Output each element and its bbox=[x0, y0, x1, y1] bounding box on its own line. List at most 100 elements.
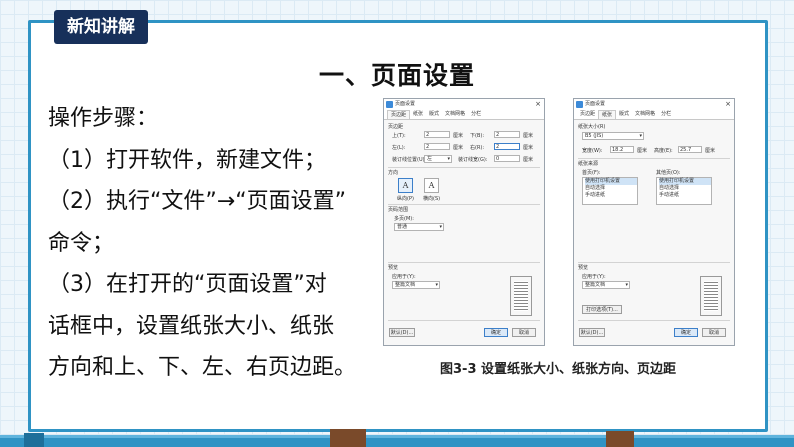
left-margin-input[interactable]: 2 bbox=[424, 143, 450, 150]
ok-button[interactable]: 确定 bbox=[484, 328, 508, 337]
tab-paper[interactable]: 纸张 bbox=[410, 110, 426, 119]
section-badge: 新知讲解 bbox=[54, 10, 148, 44]
apply-to-select[interactable]: 整篇文档 bbox=[392, 281, 440, 289]
tab-columns[interactable]: 分栏 bbox=[658, 110, 674, 119]
bottom-label: 下(B): bbox=[470, 133, 485, 139]
dialog-titlebar: 页面设置 × bbox=[574, 99, 734, 110]
dialog-title: 页面设置 bbox=[395, 101, 416, 107]
step-line: 话框中，设置纸张大小、纸张 bbox=[48, 313, 335, 339]
paper-source-label: 纸张来源 bbox=[578, 161, 599, 167]
step-line: 命令； bbox=[48, 230, 115, 256]
other-pages-label: 其他页(O): bbox=[656, 170, 681, 176]
list-item[interactable]: 手动进纸 bbox=[585, 192, 637, 199]
tab-layout[interactable]: 版式 bbox=[616, 110, 632, 119]
right-unit: 厘米 bbox=[523, 145, 534, 151]
portrait-label: 纵向(P) bbox=[397, 196, 414, 202]
ok-button[interactable]: 确定 bbox=[674, 328, 698, 337]
preview-label: 预览 bbox=[388, 265, 399, 271]
step-line: （1）打开软件，新建文件； bbox=[48, 147, 326, 173]
cancel-button[interactable]: 取消 bbox=[702, 328, 726, 337]
app-icon bbox=[576, 101, 583, 108]
divider bbox=[578, 262, 730, 263]
width-unit: 厘米 bbox=[637, 148, 648, 154]
tab-layout[interactable]: 版式 bbox=[426, 110, 442, 119]
list-item[interactable]: 自动选择 bbox=[585, 185, 637, 192]
steps-text: 操作步骤： （1）打开软件，新建文件； （2）执行“文件”→“页面设置” 命令；… bbox=[48, 98, 376, 389]
dialog-title: 页面设置 bbox=[585, 101, 606, 107]
figure-caption: 图3-3 设置纸张大小、纸张方向、页边距 bbox=[440, 362, 677, 377]
tab-margins[interactable]: 页边距 bbox=[577, 110, 598, 119]
first-page-label: 首页(F): bbox=[582, 170, 601, 176]
divider bbox=[388, 167, 540, 168]
tab-margins[interactable]: 页边距 bbox=[387, 110, 411, 119]
page-preview bbox=[700, 276, 722, 316]
tab-grid[interactable]: 文档网格 bbox=[632, 110, 658, 119]
gutter-position-select[interactable]: 左 bbox=[424, 155, 452, 163]
tab-columns[interactable]: 分栏 bbox=[468, 110, 484, 119]
pages-label: 页码范围 bbox=[388, 207, 409, 213]
landscape-label: 横向(S) bbox=[423, 196, 441, 202]
bottom-ribbon bbox=[0, 429, 794, 447]
other-pages-list[interactable]: 使用打印机设置 自动选择 手动进纸 bbox=[656, 177, 712, 205]
dialog-tabs: 页边距 纸张 版式 文档网格 分栏 bbox=[574, 110, 734, 120]
margins-group-label: 页边距 bbox=[388, 124, 404, 130]
portrait-icon[interactable]: A bbox=[398, 178, 413, 193]
dialog-body: 页边距 上(T): 2 厘米 下(B): 2 厘米 左(L): 2 厘米 右(R… bbox=[384, 120, 544, 345]
gutter-width-input[interactable]: 0 bbox=[494, 155, 520, 162]
page-preview bbox=[510, 276, 532, 316]
page-setup-dialog-margins: 页面设置 × 页边距 纸张 版式 文档网格 分栏 页边距 上(T): 2 厘米 … bbox=[383, 98, 545, 346]
multi-pages-label: 多页(M): bbox=[394, 216, 414, 222]
app-icon bbox=[386, 101, 393, 108]
list-item[interactable]: 使用打印机设置 bbox=[659, 178, 711, 185]
divider bbox=[578, 158, 730, 159]
apply-to-select[interactable]: 整篇文档 bbox=[582, 281, 630, 289]
paper-size-label: 纸张大小(R) bbox=[578, 124, 606, 130]
apply-to-label: 应用于(Y): bbox=[392, 274, 416, 280]
list-item[interactable]: 使用打印机设置 bbox=[585, 178, 637, 185]
height-input[interactable]: 25.7 bbox=[678, 146, 702, 153]
preview-label: 预览 bbox=[578, 265, 589, 271]
orientation-label: 方向 bbox=[388, 170, 399, 176]
step-line: 方向和上、下、左、右页边距。 bbox=[48, 355, 357, 380]
gutter-pos-label: 装订线位置(U): bbox=[392, 157, 427, 163]
cancel-button[interactable]: 取消 bbox=[512, 328, 536, 337]
close-icon[interactable]: × bbox=[725, 99, 731, 110]
dialog-tabs: 页边距 纸张 版式 文档网格 分栏 bbox=[384, 110, 544, 120]
first-page-list[interactable]: 使用打印机设置 自动选择 手动进纸 bbox=[582, 177, 638, 205]
apply-to-label: 应用于(Y): bbox=[582, 274, 606, 280]
page-setup-dialog-paper: 页面设置 × 页边距 纸张 版式 文档网格 分栏 纸张大小(R) B5 (JIS… bbox=[573, 98, 735, 346]
default-button[interactable]: 默认(D)... bbox=[389, 328, 415, 337]
step-line: （3）在打开的“页面设置”对 bbox=[48, 272, 327, 297]
left-unit: 厘米 bbox=[453, 145, 464, 151]
top-margin-input[interactable]: 2 bbox=[424, 131, 450, 138]
left-label: 左(L): bbox=[392, 145, 406, 151]
tab-grid[interactable]: 文档网格 bbox=[442, 110, 468, 119]
height-label: 高度(E): bbox=[654, 148, 673, 154]
slide-title: 一、页面设置 bbox=[318, 61, 475, 90]
gutter-width-unit: 厘米 bbox=[523, 157, 534, 163]
right-margin-input[interactable]: 2 bbox=[494, 143, 520, 150]
height-unit: 厘米 bbox=[705, 148, 716, 154]
paper-size-select[interactable]: B5 (JIS) bbox=[582, 132, 644, 140]
bottom-margin-input[interactable]: 2 bbox=[494, 131, 520, 138]
top-unit: 厘米 bbox=[453, 133, 464, 139]
default-button[interactable]: 默认(D)... bbox=[579, 328, 605, 337]
dialog-titlebar: 页面设置 × bbox=[384, 99, 544, 110]
landscape-icon[interactable]: A bbox=[424, 178, 439, 193]
print-options-button[interactable]: 打印选项(T)... bbox=[582, 305, 622, 314]
step-line: （2）执行“文件”→“页面设置” bbox=[48, 189, 347, 214]
width-label: 宽度(W): bbox=[582, 148, 603, 154]
gutter-width-label: 装订线宽(G): bbox=[458, 157, 488, 163]
tab-paper[interactable]: 纸张 bbox=[598, 110, 617, 119]
step-line: 操作步骤： bbox=[48, 106, 159, 131]
divider bbox=[388, 204, 540, 205]
bottom-unit: 厘米 bbox=[523, 133, 534, 139]
close-icon[interactable]: × bbox=[535, 99, 541, 110]
width-input[interactable]: 18.2 bbox=[610, 146, 634, 153]
divider bbox=[578, 320, 730, 321]
multi-pages-select[interactable]: 普通 bbox=[394, 223, 444, 231]
list-item[interactable]: 自动选择 bbox=[659, 185, 711, 192]
divider bbox=[388, 262, 540, 263]
list-item[interactable]: 手动进纸 bbox=[659, 192, 711, 199]
right-label: 右(R): bbox=[470, 145, 485, 151]
